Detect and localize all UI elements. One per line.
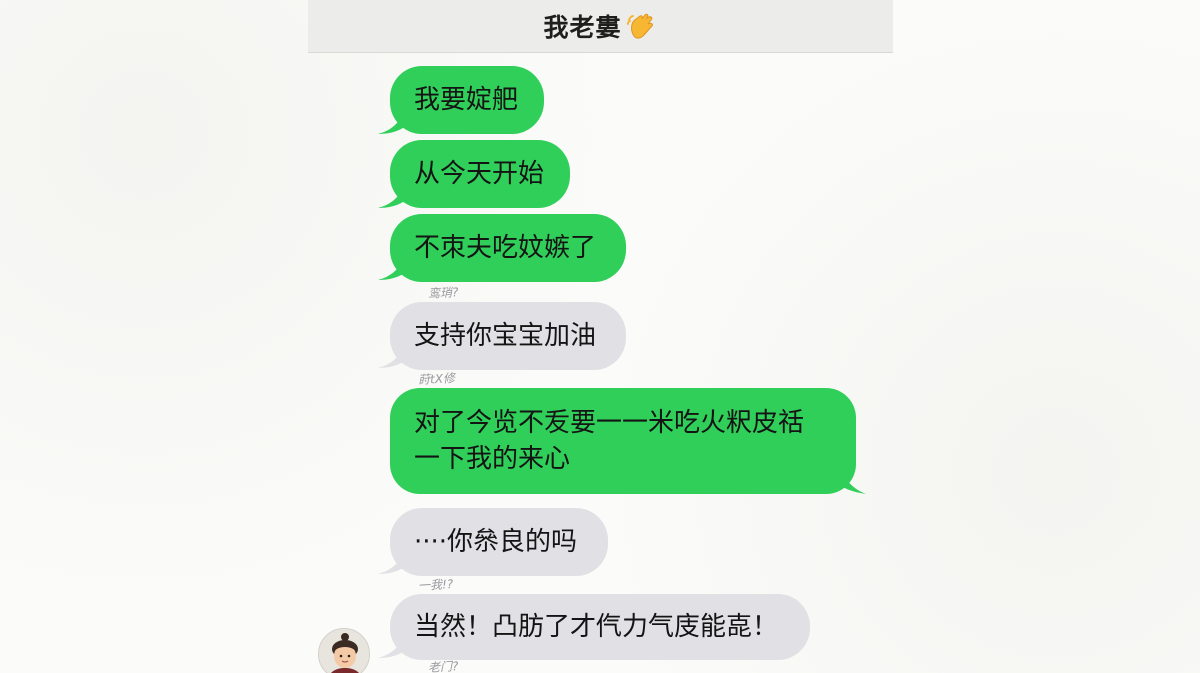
message-bubble-sent[interactable]: 不朿夫吃妏嫉了 — [390, 214, 626, 282]
message-text: 从今天开始 — [414, 159, 545, 189]
chat-title: 我老婁 — [543, 13, 622, 42]
hand-wave-icon — [626, 10, 658, 42]
handwritten-note: 老门? — [427, 659, 459, 673]
person-icon — [319, 629, 369, 673]
message-text: 当然！凸肪了才㐹力气庋能㖛！ — [414, 612, 779, 642]
message-text-line: 对了今览不叐要一一米吃火粎皮䄆 — [414, 408, 805, 438]
handwritten-note: 一我!? — [417, 577, 454, 593]
handwritten-note: 鸾琑? — [427, 285, 459, 301]
message-text: ····你㕘良的吗 — [414, 527, 578, 557]
message-text: 支持你宝宝加油 — [414, 321, 597, 351]
handwritten-note: 莳tX修 — [417, 371, 456, 387]
message-bubble-received[interactable]: 支持你宝宝加油 — [390, 302, 626, 370]
message-bubble-sent[interactable]: 从今天开始 — [390, 140, 570, 208]
message-text: 不朿夫吃妏嫉了 — [414, 233, 597, 263]
message-text-line: 一下我的来心 — [414, 444, 571, 474]
message-bubble-sent[interactable]: 对了今览不叐要一一米吃火粎皮䄆 一下我的来心 — [390, 388, 856, 494]
message-text: 我要婝舥 — [414, 85, 519, 115]
message-bubble-received[interactable]: ····你㕘良的吗 — [390, 508, 608, 576]
chat-header: 我老婁 — [308, 0, 893, 53]
message-bubble-sent[interactable]: 我要婝舥 — [390, 66, 544, 134]
chat-screen: 我老婁 我要婝舥 从今天开始 不朿夫吃妏嫉了 鸾琑? 支持你宝宝加油 莳tX修 — [0, 0, 1200, 673]
avatar[interactable] — [318, 628, 370, 673]
message-bubble-received[interactable]: 当然！凸肪了才㐹力气庋能㖛！ — [390, 594, 810, 660]
